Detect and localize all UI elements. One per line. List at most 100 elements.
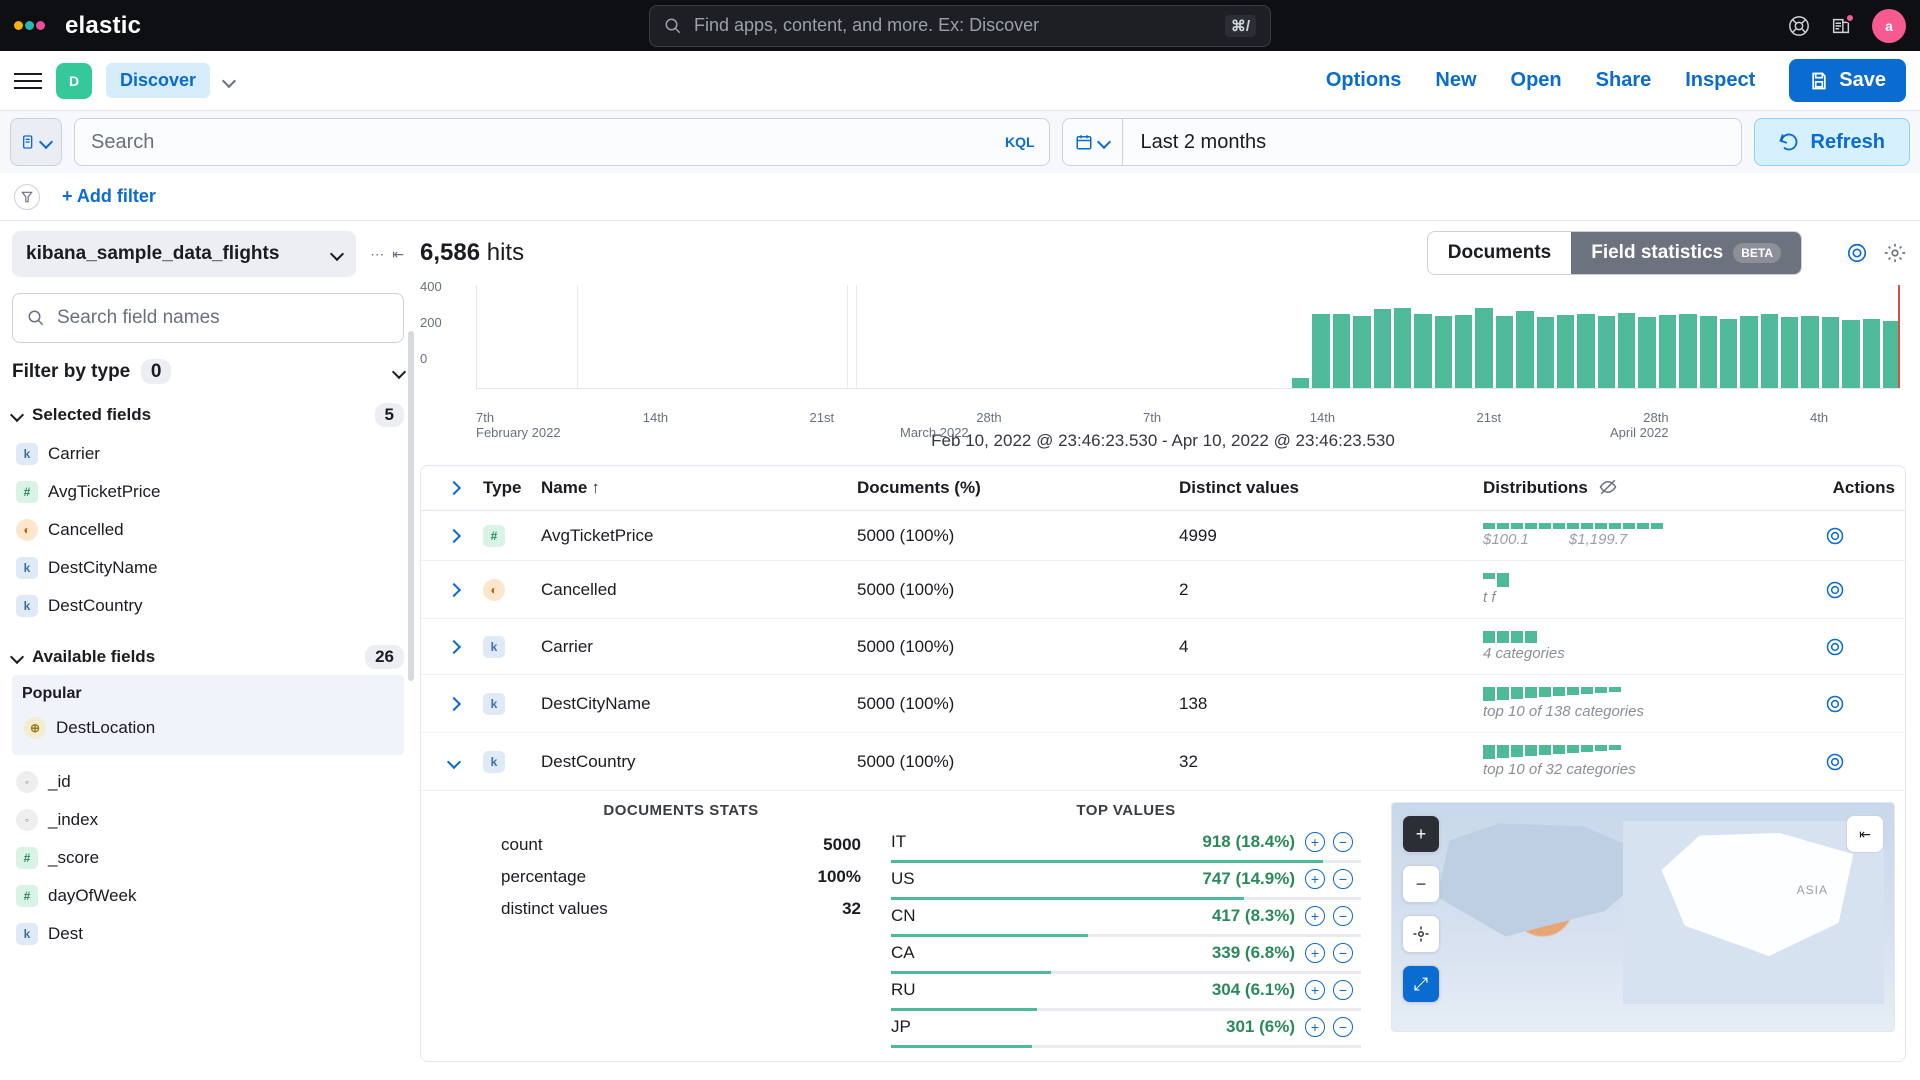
expand-row-button[interactable]: [431, 757, 477, 767]
explore-in-lens-button[interactable]: [1825, 694, 1895, 714]
top-value-row: CA 339 (6.8%) + −: [891, 940, 1361, 977]
query-input[interactable]: Search KQL: [74, 118, 1050, 166]
map-zoom-out-button[interactable]: −: [1402, 865, 1440, 903]
field-type-icon: ◐: [483, 579, 505, 601]
explore-in-lens-button[interactable]: [1825, 580, 1895, 600]
chevron-down-icon: [39, 135, 53, 149]
field-item[interactable]: kDestCountry: [12, 587, 404, 625]
explore-in-lens-button[interactable]: [1825, 752, 1895, 772]
filter-buttons: + −: [1305, 832, 1361, 852]
filter-out-button[interactable]: −: [1333, 1017, 1353, 1037]
field-item[interactable]: ⊕DestLocation: [20, 709, 396, 747]
map-zoom-in-button[interactable]: +: [1402, 815, 1440, 853]
expand-row-button[interactable]: [431, 642, 477, 652]
nav-new[interactable]: New: [1435, 69, 1476, 92]
chevron-down-icon[interactable]: [222, 73, 236, 87]
field-type-icon: k: [483, 693, 505, 715]
refresh-button[interactable]: Refresh: [1754, 118, 1910, 166]
selected-fields-header[interactable]: Selected fields 5: [12, 403, 404, 427]
field-item[interactable]: #AvgTicketPrice: [12, 473, 404, 511]
lens-icon[interactable]: [1846, 242, 1868, 264]
map-fit-button[interactable]: [1402, 915, 1440, 953]
expand-row-button[interactable]: [431, 585, 477, 595]
field-item[interactable]: kDest: [12, 915, 404, 953]
field-type-icon: k: [16, 443, 38, 465]
calendar-button[interactable]: [1063, 119, 1123, 165]
table-row: k Carrier 5000 (100%) 4 4 categories: [421, 619, 1905, 675]
chevron-down-icon: [392, 365, 406, 379]
dataview-toggle-button[interactable]: [10, 118, 62, 166]
chevron-down-icon: [10, 650, 24, 664]
filter-out-button[interactable]: −: [1333, 906, 1353, 926]
stats-title: DOCUMENTS STATS: [501, 802, 861, 819]
save-button[interactable]: Save: [1789, 59, 1906, 102]
filter-for-button[interactable]: +: [1305, 943, 1325, 963]
date-range-label: Last 2 months: [1123, 131, 1285, 154]
tab-field-statistics[interactable]: Field statistics BETA: [1571, 232, 1801, 274]
top-value-row: RU 304 (6.1%) + −: [891, 977, 1361, 1014]
filter-for-button[interactable]: +: [1305, 832, 1325, 852]
filter-for-button[interactable]: +: [1305, 1017, 1325, 1037]
filter-out-button[interactable]: −: [1333, 869, 1353, 889]
expand-all-toggle[interactable]: [431, 483, 477, 493]
field-item[interactable]: #_score: [12, 839, 404, 877]
filter-out-button[interactable]: −: [1333, 980, 1353, 1000]
map-collapse-button[interactable]: ⇤: [1846, 815, 1884, 853]
expand-row-button[interactable]: [431, 531, 477, 541]
help-icon[interactable]: [1788, 15, 1810, 37]
elastic-logo-icon: [14, 21, 45, 30]
sidebar-scrollbar[interactable]: [408, 331, 414, 681]
field-item[interactable]: #dayOfWeek: [12, 877, 404, 915]
newsfeed-icon[interactable]: [1830, 15, 1852, 37]
nav-toggle-button[interactable]: [14, 73, 42, 89]
nav-open[interactable]: Open: [1511, 69, 1562, 92]
app-header: D Discover Options New Open Share Inspec…: [0, 51, 1920, 111]
filter-by-type-toggle[interactable]: Filter by type 0: [12, 361, 404, 383]
time-histogram[interactable]: 4002000 7th14th21st 28th7th14th 21st28th…: [420, 279, 1906, 429]
expand-row-button[interactable]: [431, 699, 477, 709]
date-picker[interactable]: Last 2 months: [1062, 118, 1742, 166]
table-row: # AvgTicketPrice 5000 (100%) 4999 $100.1…: [421, 511, 1905, 561]
field-item[interactable]: kDestCityName: [12, 549, 404, 587]
nav-options[interactable]: Options: [1326, 69, 1402, 92]
collapse-sidebar-icon[interactable]: ⇤: [392, 246, 404, 263]
filter-options-icon[interactable]: [14, 184, 40, 210]
field-item[interactable]: ◐Cancelled: [12, 511, 404, 549]
field-item[interactable]: ◦_id: [12, 763, 404, 801]
user-avatar[interactable]: a: [1872, 9, 1906, 43]
available-fields-header[interactable]: Available fields 26: [12, 645, 404, 669]
notification-dot-icon: [1845, 13, 1855, 23]
gear-icon[interactable]: [1884, 242, 1906, 264]
filter-for-button[interactable]: +: [1305, 906, 1325, 926]
eye-off-icon[interactable]: [1594, 478, 1617, 497]
add-filter-button[interactable]: + Add filter: [62, 186, 156, 207]
table-row: k DestCityName 5000 (100%) 138 top 10 of…: [421, 675, 1905, 733]
filter-out-button[interactable]: −: [1333, 832, 1353, 852]
explore-in-lens-button[interactable]: [1825, 637, 1895, 657]
field-sort-icon[interactable]: ⋯: [370, 246, 384, 263]
explore-in-lens-button[interactable]: [1825, 526, 1895, 546]
search-icon: [664, 17, 682, 35]
field-type-icon: k: [16, 557, 38, 579]
tab-documents[interactable]: Documents: [1428, 232, 1571, 274]
query-language-toggle[interactable]: KQL: [1005, 134, 1035, 150]
nav-inspect[interactable]: Inspect: [1685, 69, 1755, 92]
field-item[interactable]: ◦_index: [12, 801, 404, 839]
top-value-row: JP 301 (6%) + −: [891, 1014, 1361, 1051]
histogram-x-axis: 7th14th21st 28th7th14th 21st28th4th: [476, 410, 1900, 425]
filter-bar: + Add filter: [0, 173, 1920, 221]
map-visualization[interactable]: ASIA + − ⤢ ⇤: [1391, 802, 1895, 1032]
filter-for-button[interactable]: +: [1305, 869, 1325, 889]
brand-label: elastic: [65, 12, 141, 40]
dataset-selector[interactable]: kibana_sample_data_flights: [12, 231, 356, 277]
app-name-pill[interactable]: Discover: [106, 63, 210, 98]
nav-share[interactable]: Share: [1596, 69, 1652, 92]
filter-out-button[interactable]: −: [1333, 943, 1353, 963]
map-fullscreen-button[interactable]: ⤢: [1402, 965, 1440, 1003]
filter-for-button[interactable]: +: [1305, 980, 1325, 1000]
global-search-input[interactable]: Find apps, content, and more. Ex: Discov…: [649, 5, 1271, 47]
field-search-input[interactable]: Search field names: [12, 293, 404, 343]
field-item[interactable]: kCarrier: [12, 435, 404, 473]
col-name[interactable]: Name↑: [541, 478, 851, 498]
field-type-icon: #: [16, 481, 38, 503]
